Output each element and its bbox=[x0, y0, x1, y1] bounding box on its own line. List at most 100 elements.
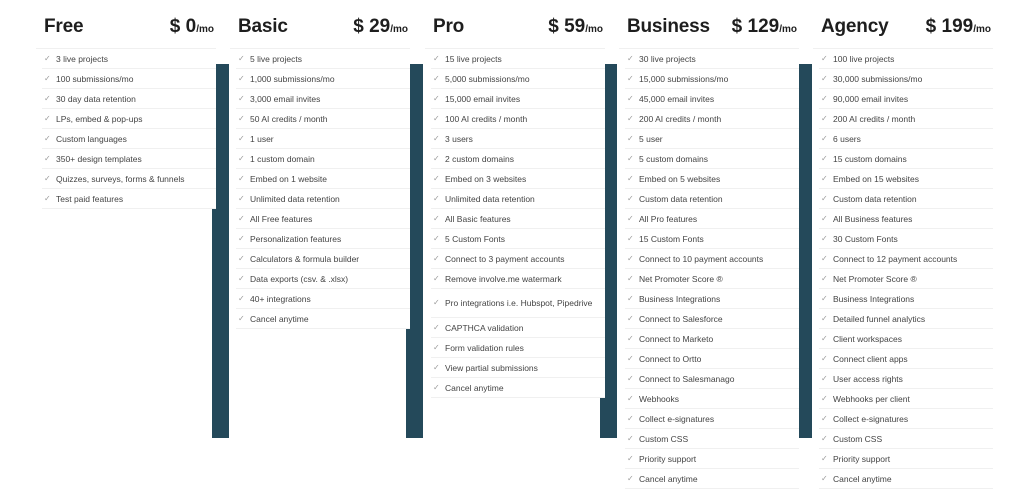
check-icon: ✓ bbox=[627, 313, 634, 323]
check-icon: ✓ bbox=[627, 393, 634, 403]
feature-label: Embed on 1 website bbox=[250, 173, 328, 184]
feature-label: All Business features bbox=[833, 213, 913, 224]
check-icon: ✓ bbox=[44, 53, 51, 63]
feature-item: ✓ View partial submissions bbox=[431, 358, 605, 378]
check-icon: ✓ bbox=[433, 382, 440, 392]
feature-item: ✓ Connect to Marketo bbox=[625, 329, 799, 349]
feature-label: 5 Custom Fonts bbox=[445, 233, 505, 244]
feature-item: ✓ 30 Custom Fonts bbox=[819, 229, 993, 249]
feature-label: Cancel anytime bbox=[250, 313, 309, 324]
feature-label: Connect client apps bbox=[833, 353, 908, 364]
feature-list: ✓ 30 live projects ✓ 15,000 submissions/… bbox=[619, 49, 799, 489]
feature-label: 30 Custom Fonts bbox=[833, 233, 898, 244]
check-icon: ✓ bbox=[238, 153, 245, 163]
feature-label: 15,000 email invites bbox=[445, 93, 521, 104]
feature-label: 50 AI credits / month bbox=[250, 113, 328, 124]
plan-header: Basic $ 29/mo bbox=[230, 16, 410, 49]
feature-item: ✓ Custom data retention bbox=[819, 189, 993, 209]
feature-label: Priority support bbox=[833, 453, 891, 464]
check-icon: ✓ bbox=[238, 93, 245, 103]
feature-item: ✓ Unlimited data retention bbox=[236, 189, 410, 209]
check-icon: ✓ bbox=[627, 293, 634, 303]
check-icon: ✓ bbox=[627, 413, 634, 423]
feature-item: ✓ All Free features bbox=[236, 209, 410, 229]
feature-label: Custom data retention bbox=[833, 193, 917, 204]
check-icon: ✓ bbox=[627, 273, 634, 283]
check-icon: ✓ bbox=[433, 273, 440, 283]
feature-label: 1 user bbox=[250, 133, 274, 144]
feature-item: ✓ Collect e-signatures bbox=[625, 409, 799, 429]
check-icon: ✓ bbox=[44, 113, 51, 123]
feature-item: ✓ Embed on 1 website bbox=[236, 169, 410, 189]
feature-item: ✓ LPs, embed & pop-ups bbox=[42, 109, 216, 129]
check-icon: ✓ bbox=[238, 253, 245, 263]
check-icon: ✓ bbox=[44, 73, 51, 83]
feature-label: Unlimited data retention bbox=[250, 193, 340, 204]
feature-list: ✓ 100 live projects ✓ 30,000 submissions… bbox=[813, 49, 993, 489]
feature-label: 5 user bbox=[639, 133, 663, 144]
check-icon: ✓ bbox=[821, 253, 828, 263]
feature-label: 200 AI credits / month bbox=[639, 113, 722, 124]
feature-label: Custom CSS bbox=[833, 433, 883, 444]
feature-item: ✓ Connect to Salesforce bbox=[625, 309, 799, 329]
plan-name: Business bbox=[627, 16, 710, 37]
feature-item: ✓ Webhooks bbox=[625, 389, 799, 409]
feature-item: ✓ All Basic features bbox=[431, 209, 605, 229]
check-icon: ✓ bbox=[821, 473, 828, 483]
feature-item: ✓ 15 live projects bbox=[431, 49, 605, 69]
feature-label: Personalization features bbox=[250, 233, 342, 244]
plan-name: Basic bbox=[238, 16, 288, 37]
feature-item: ✓ 15,000 email invites bbox=[431, 89, 605, 109]
plan-price: $ 129/mo bbox=[731, 16, 797, 37]
feature-item: ✓ Connect to 10 payment accounts bbox=[625, 249, 799, 269]
feature-item: ✓ Connect to Ortto bbox=[625, 349, 799, 369]
check-icon: ✓ bbox=[821, 153, 828, 163]
feature-label: Net Promoter Score ® bbox=[833, 273, 917, 284]
feature-label: CAPTHCA validation bbox=[445, 322, 524, 333]
feature-item: ✓ Cancel anytime bbox=[819, 469, 993, 489]
feature-label: All Pro features bbox=[639, 213, 698, 224]
feature-label: 100 submissions/mo bbox=[56, 73, 134, 84]
feature-label: Cancel anytime bbox=[445, 382, 504, 393]
feature-item: ✓ 40+ integrations bbox=[236, 289, 410, 309]
check-icon: ✓ bbox=[238, 173, 245, 183]
feature-label: Remove involve.me watermark bbox=[445, 273, 562, 284]
plan-header: Business $ 129/mo bbox=[619, 16, 799, 49]
check-icon: ✓ bbox=[44, 93, 51, 103]
check-icon: ✓ bbox=[821, 193, 828, 203]
check-icon: ✓ bbox=[627, 93, 634, 103]
feature-item: ✓ All Business features bbox=[819, 209, 993, 229]
feature-list: ✓ 15 live projects ✓ 5,000 submissions/m… bbox=[425, 49, 605, 398]
feature-item: ✓ 1 custom domain bbox=[236, 149, 410, 169]
feature-label: 15 custom domains bbox=[833, 153, 907, 164]
check-icon: ✓ bbox=[821, 353, 828, 363]
plan-header: Free $ 0/mo bbox=[36, 16, 216, 49]
feature-label: Embed on 15 websites bbox=[833, 173, 919, 184]
feature-item: ✓ Custom CSS bbox=[819, 429, 993, 449]
feature-label: Collect e-signatures bbox=[639, 413, 715, 424]
feature-item: ✓ 1,000 submissions/mo bbox=[236, 69, 410, 89]
feature-item: ✓ Custom languages bbox=[42, 129, 216, 149]
feature-item: ✓ Embed on 5 websites bbox=[625, 169, 799, 189]
feature-label: Data exports (csv. & .xlsx) bbox=[250, 273, 349, 284]
feature-item: ✓ CAPTHCA validation bbox=[431, 318, 605, 338]
check-icon: ✓ bbox=[627, 473, 634, 483]
check-icon: ✓ bbox=[821, 413, 828, 423]
check-icon: ✓ bbox=[238, 73, 245, 83]
check-icon: ✓ bbox=[821, 273, 828, 283]
feature-label: Form validation rules bbox=[445, 342, 524, 353]
feature-label: Client workspaces bbox=[833, 333, 902, 344]
check-icon: ✓ bbox=[627, 353, 634, 363]
feature-item: ✓ Detailed funnel analytics bbox=[819, 309, 993, 329]
feature-item: ✓ 5 custom domains bbox=[625, 149, 799, 169]
feature-label: Calculators & formula builder bbox=[250, 253, 360, 264]
check-icon: ✓ bbox=[627, 133, 634, 143]
feature-label: 100 AI credits / month bbox=[445, 113, 528, 124]
check-icon: ✓ bbox=[627, 373, 634, 383]
feature-list: ✓ 5 live projects ✓ 1,000 submissions/mo… bbox=[230, 49, 410, 329]
feature-item: ✓ Connect to 3 payment accounts bbox=[431, 249, 605, 269]
feature-item: ✓ 15 custom domains bbox=[819, 149, 993, 169]
feature-item: ✓ 3 users bbox=[431, 129, 605, 149]
feature-item: ✓ Quizzes, surveys, forms & funnels bbox=[42, 169, 216, 189]
check-icon: ✓ bbox=[821, 313, 828, 323]
